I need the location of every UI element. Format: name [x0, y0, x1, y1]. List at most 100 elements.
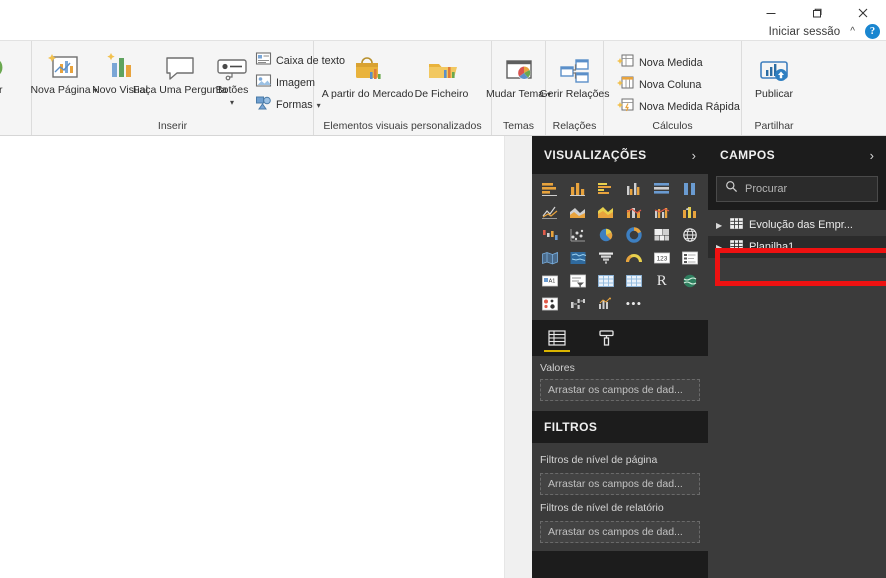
well-drop-valores[interactable]: Arrastar os campos de dad... [540, 379, 700, 401]
fields-well-icon [548, 330, 566, 346]
publish-button[interactable]: Publicar [746, 50, 802, 101]
more-options-icon[interactable]: ••• [620, 293, 648, 315]
visual-wells: Valores Arrastar os campos de dad... [532, 356, 708, 411]
waterfall-chart-icon[interactable] [537, 224, 564, 246]
ribbon-group-label-inserir: Inserir [157, 120, 188, 132]
visualizations-title: VISUALIZAÇÕES [544, 148, 647, 162]
refresh-button[interactable]: izar [0, 46, 10, 97]
treemap-icon[interactable] [648, 224, 676, 246]
filter-label-report: Filtros de nível de relatório [540, 502, 664, 514]
table-icon[interactable] [592, 270, 620, 292]
chevron-right-icon[interactable]: › [692, 148, 696, 163]
line-clustered-column-chart-icon[interactable] [648, 201, 676, 223]
report-canvas[interactable] [0, 136, 504, 578]
ribbon: izar [0, 40, 886, 136]
visual-type-grid: 123 A1 R ••• [537, 178, 703, 315]
format-tab[interactable] [592, 322, 622, 354]
pie-chart-icon[interactable] [592, 224, 620, 246]
kpi-icon[interactable]: A1 [537, 270, 564, 292]
switch-theme-button[interactable]: Mudar Tema ▾ [486, 50, 551, 101]
table-field-icon [730, 216, 743, 234]
donut-chart-icon[interactable] [620, 224, 648, 246]
filters-title: FILTROS [544, 420, 598, 434]
manage-relationships-icon [558, 53, 592, 87]
power-bi-window: Iniciar sessão ^ ? izar [0, 0, 886, 578]
ribbon-group-temas: Mudar Tema ▾ Temas [486, 41, 551, 135]
new-measure-icon [617, 53, 635, 73]
ribbon-group-partilhar: Publicar Partilhar [742, 41, 806, 135]
from-marketplace-label: A partir do Mercado [321, 88, 414, 100]
manage-relationships-button[interactable]: Gerir Relações [539, 50, 610, 101]
refresh-icon [0, 49, 9, 83]
refresh-label: izar [0, 84, 3, 96]
python-visual-icon[interactable] [592, 293, 620, 315]
map-icon[interactable] [676, 224, 703, 246]
from-file-label: De Ficheiro [414, 88, 469, 100]
matrix-icon[interactable] [620, 270, 648, 292]
chevron-right-icon[interactable]: ▶ [716, 243, 724, 252]
chevron-down-icon[interactable]: ▾ [230, 98, 234, 107]
help-icon[interactable]: ? [865, 24, 880, 39]
field-table-row-planilha1[interactable]: ▶ Planilha1 [708, 236, 886, 258]
chevron-right-icon[interactable]: › [870, 148, 874, 163]
gauge-chart-icon[interactable] [620, 247, 648, 269]
filters-header: FILTROS [532, 411, 708, 443]
chevron-right-icon[interactable]: ▶ [716, 221, 724, 230]
restore-icon[interactable] [794, 0, 840, 26]
filled-map-icon[interactable] [537, 247, 564, 269]
line-chart-icon[interactable] [537, 201, 564, 223]
fields-search-wrap: Procurar [708, 174, 886, 210]
ribbon-group-label-temas: Temas [503, 120, 534, 132]
stacked-bar-chart-icon[interactable] [537, 178, 564, 200]
multi-row-card-icon[interactable] [676, 247, 703, 269]
ask-question-button[interactable]: Faça Uma Pergunta [133, 46, 227, 97]
scatter-chart-icon[interactable] [564, 224, 592, 246]
close-icon[interactable] [840, 0, 886, 26]
r-script-visual-icon[interactable]: R [648, 270, 676, 292]
well-title-valores: Valores [540, 362, 575, 374]
decomposition-tree-icon[interactable] [564, 293, 592, 315]
new-column-button[interactable]: Nova Coluna [614, 74, 743, 96]
slicer-icon[interactable] [564, 270, 592, 292]
visualizations-tabs [532, 320, 708, 356]
from-file-icon [424, 53, 460, 87]
chevron-up-icon[interactable]: ^ [850, 26, 855, 37]
ribbon-group-calculos: Nova Medida Nova Coluna Nova Medida Rápi… [604, 41, 742, 135]
filter-drop-page[interactable]: Arrastar os campos de dad... [540, 473, 700, 495]
image-icon [255, 73, 272, 93]
card-icon[interactable]: 123 [648, 247, 676, 269]
fields-tab[interactable] [542, 322, 572, 354]
from-marketplace-button[interactable]: A partir do Mercado [322, 50, 413, 101]
arcgis-map-icon[interactable] [676, 270, 703, 292]
search-input[interactable]: Procurar [716, 176, 878, 202]
svg-text:123: 123 [656, 256, 667, 263]
new-quick-measure-icon [617, 97, 635, 117]
area-chart-icon[interactable] [564, 201, 592, 223]
filter-label-page: Filtros de nível de página [540, 454, 658, 466]
search-placeholder: Procurar [745, 183, 788, 195]
key-influencers-icon[interactable] [537, 293, 564, 315]
new-measure-button[interactable]: Nova Medida [614, 52, 743, 74]
ribbon-chart-icon[interactable] [676, 201, 703, 223]
field-table-row-evolucao[interactable]: ▶ Evolução das Empr... [708, 214, 886, 236]
buttons-button[interactable]: Botões ▾ [212, 46, 252, 108]
clustered-column-chart-icon[interactable] [620, 178, 648, 200]
100-stacked-column-chart-icon[interactable] [676, 178, 703, 200]
stacked-column-chart-icon[interactable] [564, 178, 592, 200]
new-page-label: Nova Página ▾ [30, 84, 97, 97]
clustered-bar-chart-icon[interactable] [592, 178, 620, 200]
stacked-area-chart-icon[interactable] [592, 201, 620, 223]
funnel-chart-icon[interactable] [592, 247, 620, 269]
minimize-icon[interactable] [748, 0, 794, 26]
signin-button[interactable]: Iniciar sessão [769, 26, 841, 38]
line-stacked-column-chart-icon[interactable] [620, 201, 648, 223]
new-quick-measure-button[interactable]: Nova Medida Rápida [614, 96, 743, 118]
ribbon-group-label-relacoes: Relações [552, 120, 597, 132]
new-page-button[interactable]: Nova Página ▾ [30, 46, 98, 97]
shape-map-icon[interactable] [564, 247, 592, 269]
filter-drop-report[interactable]: Arrastar os campos de dad... [540, 521, 700, 543]
100-stacked-bar-chart-icon[interactable] [648, 178, 676, 200]
fields-title: CAMPOS [720, 148, 776, 162]
from-file-button[interactable]: De Ficheiro [410, 50, 474, 101]
textbox-icon [255, 51, 272, 71]
